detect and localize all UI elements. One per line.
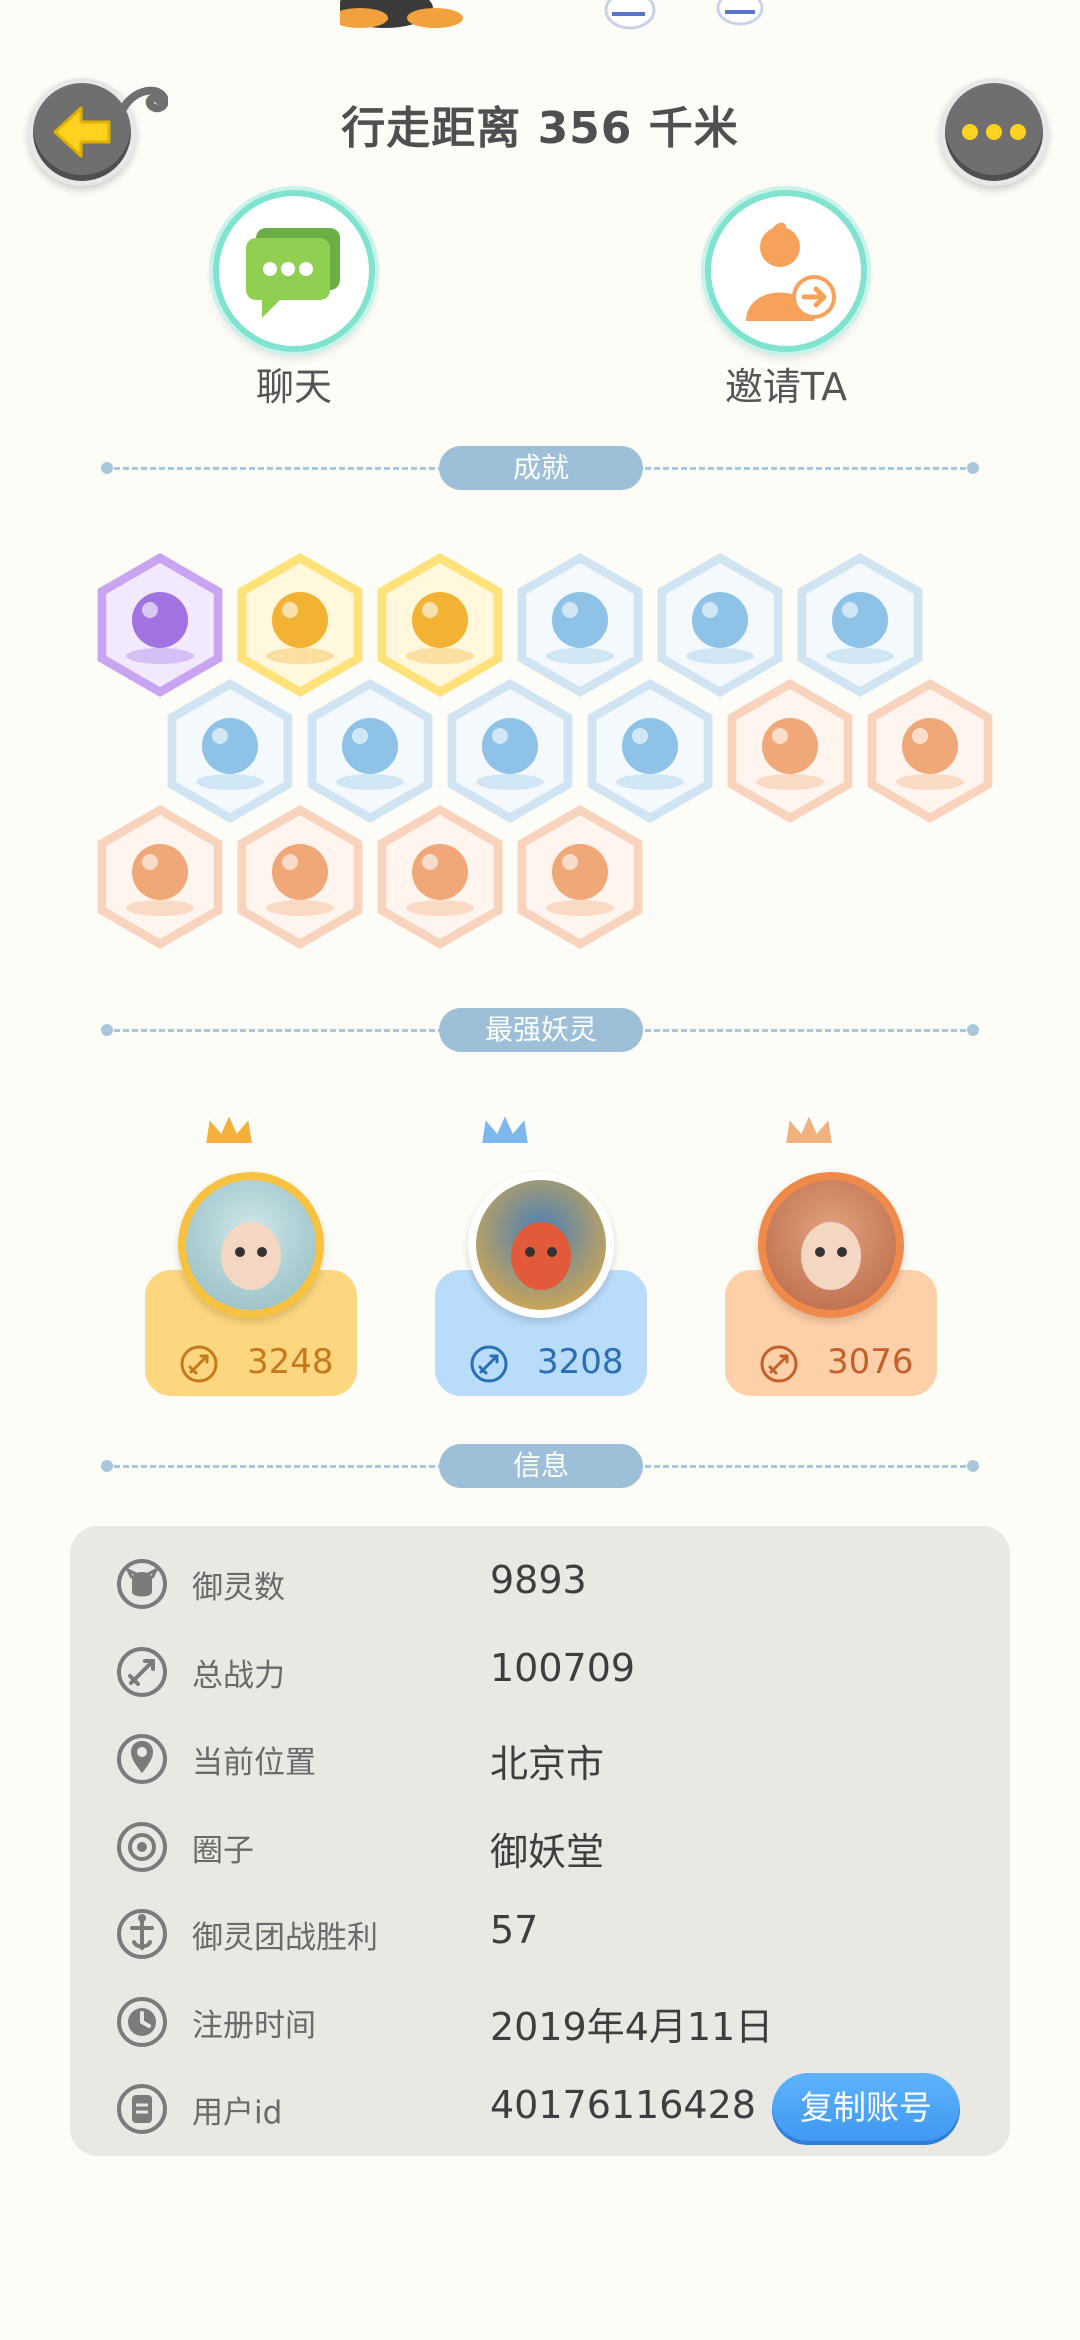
info-row: 御灵团战胜利 57: [70, 1890, 1010, 1978]
spirit-portrait-icon: [801, 1222, 861, 1290]
copy-account-button[interactable]: 复制账号: [772, 2073, 960, 2145]
spirit-avatar[interactable]: [468, 1172, 614, 1318]
spirit-score: 3076: [827, 1342, 914, 1382]
info-row: 总战力 100709: [70, 1628, 1010, 1716]
spirit-count-icon: [117, 1559, 167, 1609]
user-id-icon: [117, 2084, 167, 2134]
more-button[interactable]: [940, 78, 1048, 186]
info-value: 北京市: [490, 1742, 605, 1786]
fox-book-badge-icon[interactable]: [512, 800, 648, 954]
chat-button[interactable]: [213, 190, 375, 352]
moon-badge-icon[interactable]: [722, 674, 858, 828]
info-row: 当前位置 北京市: [70, 1715, 1010, 1803]
more-dots-icon: [962, 124, 1026, 140]
info-label: 圈子: [192, 1832, 254, 1869]
info-label: 用户id: [192, 2095, 283, 2131]
page-title: 行走距离 356 千米: [341, 103, 739, 154]
info-value: 9893: [490, 1558, 587, 1602]
ox-badge-icon[interactable]: [372, 800, 508, 954]
spirit-avatar[interactable]: [758, 1172, 904, 1318]
info-value: 40176116428: [490, 2083, 756, 2127]
gold-crown-icon: [203, 1111, 255, 1145]
info-label: 御灵数: [192, 1570, 285, 1606]
info-row: 御灵数 9893: [70, 1540, 1010, 1628]
sword-power-icon: [760, 1345, 798, 1383]
sword-power-icon: [117, 1646, 167, 1697]
info-value: 御妖堂: [490, 1829, 605, 1874]
spirit-score: 3208: [537, 1342, 624, 1382]
bronze-crown-icon: [783, 1111, 835, 1145]
circle-group-icon: [117, 1821, 167, 1872]
mascot-feet-image: [340, 0, 764, 30]
koi-badge-icon[interactable]: [92, 800, 228, 954]
info-row: 圈子 御妖堂: [70, 1803, 1010, 1891]
info-row: 注册时间 2019年4月11日: [70, 1978, 1010, 2066]
blue-crown-icon: [479, 1111, 531, 1145]
swirl-decoration-icon: [118, 86, 168, 120]
info-divider: 信息: [101, 1444, 979, 1488]
spirit-portrait-icon: [221, 1222, 281, 1290]
info-value: 2019年4月11日: [490, 2004, 774, 2049]
sword-power-icon: [470, 1345, 508, 1383]
clock-icon: [117, 1996, 167, 2047]
chat-bubble-icon: [246, 228, 340, 318]
info-panel: 御灵数 9893 总战力 100709 当前位置 北京市圈子 御妖堂御灵团战胜利 57 注册时间…: [70, 1526, 1010, 2156]
top-spirits-title: 最强妖灵: [439, 1008, 643, 1052]
info-title: 信息: [439, 1444, 643, 1488]
shield-badge-icon[interactable]: [232, 800, 368, 954]
info-label: 注册时间: [192, 2007, 316, 2044]
invite-user-icon: [746, 222, 836, 321]
info-value: 57: [490, 1908, 539, 1952]
info-label: 当前位置: [192, 1745, 316, 1781]
invite-button[interactable]: [705, 190, 867, 352]
achievements-divider: 成就: [101, 446, 979, 490]
info-label: 御灵团战胜利: [192, 1920, 378, 1956]
cat-cart-badge-icon[interactable]: [862, 674, 998, 828]
top-spirits-divider: 最强妖灵: [101, 1008, 979, 1052]
spirit-avatar[interactable]: [178, 1172, 324, 1318]
sword-power-icon: [180, 1345, 218, 1383]
info-label: 总战力: [192, 1657, 285, 1694]
info-row: 用户id 40176116428 复制账号: [70, 2065, 1010, 2153]
spirit-portrait-icon: [511, 1222, 571, 1290]
achievements-title: 成就: [439, 446, 643, 490]
chat-label: 聊天: [255, 365, 332, 409]
info-value: 100709: [490, 1645, 636, 1690]
spirit-score: 3248: [247, 1342, 334, 1382]
team-battle-icon: [117, 1909, 167, 1959]
arrow-left-icon: [53, 106, 111, 158]
location-pin-icon: [117, 1734, 167, 1784]
invite-label: 邀请TA: [724, 365, 848, 409]
